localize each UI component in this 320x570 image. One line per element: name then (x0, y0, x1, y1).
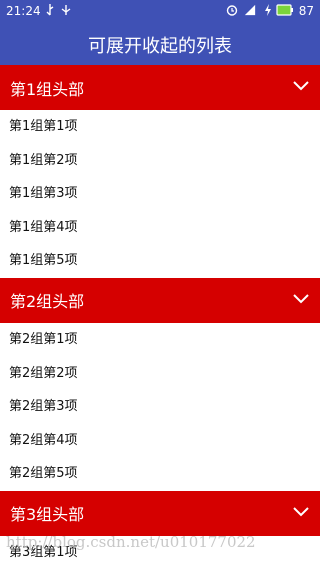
group-header-title: 第3组头部 (10, 505, 85, 525)
list-item[interactable]: 第2组第4项 (0, 423, 320, 458)
page-title: 可展开收起的列表 (88, 35, 232, 57)
list-item[interactable]: 第2组第5项 (0, 457, 320, 491)
group-header-1[interactable]: 第1组头部 (0, 65, 320, 110)
app-bar: 可展开收起的列表 (0, 24, 320, 65)
list-item[interactable]: 第2组第3项 (0, 390, 320, 424)
group-header-title: 第2组头部 (10, 292, 85, 312)
group-header-3[interactable]: 第3组头部 (0, 490, 320, 536)
list-item[interactable]: 第2组第2项 (0, 356, 320, 391)
list-item[interactable]: 第2组第1项 (0, 322, 320, 357)
expandable-list[interactable]: 第1组头部 第1组第1项 第1组第2项 第1组第3项 第1组第4项 第1组第5项… (0, 65, 320, 570)
alarm-icon (226, 5, 238, 16)
signal-icon (244, 4, 256, 16)
list-item[interactable]: 第1组第2项 (0, 143, 320, 178)
battery-icon (276, 4, 293, 16)
list-item[interactable]: 第1组第3项 (0, 177, 320, 211)
status-bar: 21:24 87 (0, 0, 320, 24)
list-item[interactable]: 第3组第1项 (0, 535, 320, 570)
list-item[interactable]: 第1组第4项 (0, 210, 320, 245)
chevron-down-icon (293, 507, 309, 517)
android-debug-icon (61, 5, 71, 15)
battery-level: 87 (298, 4, 314, 18)
list-item[interactable]: 第1组第1项 (0, 110, 320, 144)
chevron-down-icon (293, 81, 309, 91)
charging-icon (265, 4, 271, 16)
status-time: 21:24 (6, 4, 41, 18)
usb-icon (46, 4, 54, 16)
list-item[interactable]: 第1组第5项 (0, 244, 320, 278)
chevron-down-icon (293, 294, 309, 304)
group-header-2[interactable]: 第2组头部 (0, 277, 320, 323)
group-header-title: 第1组头部 (10, 79, 85, 99)
